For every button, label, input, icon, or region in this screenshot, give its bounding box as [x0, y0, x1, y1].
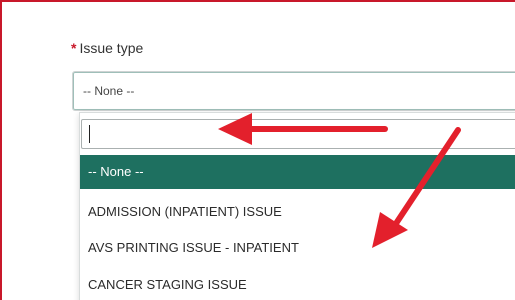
issue-type-dropdown: -- None -- ADMISSION (INPATIENT) ISSUE A…: [79, 112, 515, 300]
issue-type-label-row: * Issue type: [71, 40, 143, 56]
option-none[interactable]: -- None --: [80, 155, 515, 189]
text-caret: [89, 125, 90, 143]
issue-type-label: Issue type: [79, 40, 144, 56]
option-avs-printing-issue[interactable]: AVS PRINTING ISSUE - INPATIENT: [80, 231, 515, 265]
form-region: * Issue type -- None -- -- None -- ADMIS…: [0, 0, 515, 300]
dropdown-search-input[interactable]: [81, 119, 515, 149]
option-admission-inpatient-issue[interactable]: ADMISSION (INPATIENT) ISSUE: [80, 195, 515, 229]
issue-type-select[interactable]: -- None --: [72, 71, 515, 111]
required-marker: *: [71, 40, 77, 56]
option-cancer-staging-issue[interactable]: CANCER STAGING ISSUE: [80, 268, 515, 300]
